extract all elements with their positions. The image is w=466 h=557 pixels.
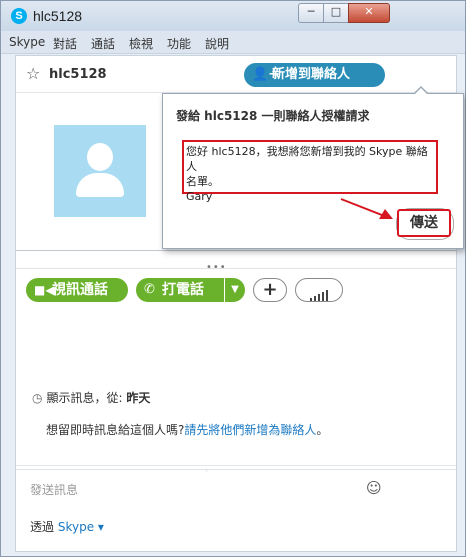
chat-divider	[16, 465, 456, 466]
avatar	[54, 125, 146, 217]
conversation-header: ☆ hlc5128 👤+ 新增到聯絡人	[16, 56, 456, 93]
favorite-star-icon[interactable]: ☆	[26, 64, 40, 83]
add-contact-link[interactable]: 請先將他們新增為聯絡人	[184, 423, 316, 437]
skype-logo-icon: S	[11, 8, 27, 24]
maximize-button[interactable]: □	[323, 3, 349, 23]
send-button[interactable]: 傳送	[397, 209, 451, 237]
menu-skype[interactable]: Skype	[9, 35, 45, 49]
menu-bar: Skype 對話 通話 檢視 功能 說明	[1, 31, 465, 54]
via-label: 透過	[30, 520, 55, 534]
phone-icon: ✆	[144, 282, 155, 297]
video-call-label: 視訊通話	[52, 282, 108, 298]
window-title: hlc5128	[33, 8, 83, 24]
message-line-1: 您好 hlc5128，我想將您新增到我的 Skype 聯絡人	[186, 145, 428, 173]
contact-request-popup: 發給 hlc5128 一則聯絡人授權請求 您好 hlc5128，我想將您新增到我…	[162, 86, 464, 249]
history-row[interactable]: ◷ 顯示訊息，從: 昨天	[32, 389, 150, 406]
close-button[interactable]: ✕	[348, 3, 390, 23]
history-value[interactable]: 昨天	[126, 391, 150, 405]
notice-tail: 。	[316, 423, 329, 437]
profile-divider	[16, 250, 456, 251]
notice-text: 想留即時訊息給這個人嗎?	[46, 423, 185, 437]
request-message-textarea[interactable]: 您好 hlc5128，我想將您新增到我的 Skype 聯絡人 名單。 Gary	[182, 140, 438, 203]
history-label: 顯示訊息，從:	[46, 391, 123, 405]
call-quality-button[interactable]	[295, 278, 343, 302]
add-contact-button[interactable]: 👤+ 新增到聯絡人	[244, 63, 385, 87]
add-contact-notice: 想留即時訊息給這個人嗎?請先將他們新增為聯絡人。	[46, 422, 346, 438]
skype-window: S hlc5128 ─ □ ✕ Skype 對話 通話 檢視 功能 說明 ☆ h…	[0, 0, 466, 557]
menu-view[interactable]: 檢視	[129, 35, 153, 52]
caret-down-icon: ▾	[97, 520, 104, 534]
menu-help[interactable]: 說明	[205, 35, 229, 52]
popup-title: 發給 hlc5128 一則聯絡人授權請求	[176, 109, 370, 123]
add-participants-button[interactable]: +	[253, 278, 287, 302]
add-contact-label: 新增到聯絡人	[272, 67, 351, 82]
emoticon-icon[interactable]: ☺	[366, 479, 382, 497]
chevron-down-icon: ▼	[231, 284, 239, 295]
video-call-button[interactable]: ■◀ 視訊通話	[26, 278, 128, 302]
via-service-name[interactable]: Skype	[58, 520, 94, 534]
menu-conversation[interactable]: 對話	[53, 35, 77, 52]
phone-call-button[interactable]: ✆ 打電話	[136, 278, 224, 302]
contact-name: hlc5128	[49, 67, 107, 82]
call-options-dropdown[interactable]: ▼	[225, 278, 245, 302]
phone-call-label: 打電話	[162, 282, 204, 298]
clock-icon: ◷	[32, 391, 43, 405]
menu-call[interactable]: 通話	[91, 35, 115, 52]
via-service[interactable]: 透過 Skype ▾	[30, 518, 104, 535]
menu-tools[interactable]: 功能	[167, 35, 191, 52]
section-divider	[16, 268, 456, 269]
title-bar: S hlc5128 ─ □ ✕	[1, 1, 465, 31]
signal-bars-icon	[309, 283, 329, 301]
message-input[interactable]: 發送訊息	[30, 481, 78, 498]
avatar-head	[87, 143, 113, 171]
compose-area[interactable]: 發送訊息 ☺	[16, 469, 456, 510]
message-line-2: 名單。	[186, 175, 219, 188]
popup-pointer-fill	[414, 88, 428, 95]
annotation-arrow-icon	[340, 198, 393, 219]
avatar-body	[76, 173, 124, 197]
minimize-button[interactable]: ─	[298, 3, 324, 23]
